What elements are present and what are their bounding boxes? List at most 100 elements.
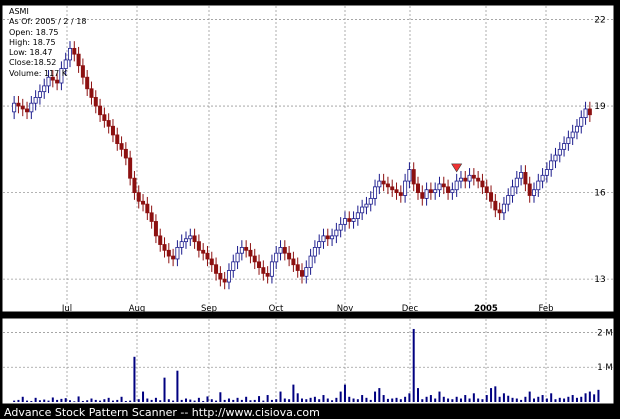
candle-body [149, 212, 154, 222]
candle-body [501, 203, 506, 214]
date-tick-label: 2005 [474, 304, 498, 314]
candle-body [244, 247, 249, 251]
volume-bar [408, 393, 411, 402]
volume-bar [275, 399, 278, 402]
candle-body [489, 192, 494, 202]
volume-bar [339, 391, 342, 402]
volume-bar [34, 397, 37, 402]
volume-bar [434, 398, 437, 402]
candle-body [583, 108, 588, 119]
volume-bar [331, 400, 334, 402]
volume-bar [378, 388, 381, 402]
candle-body [89, 88, 94, 98]
candle-body [407, 169, 412, 182]
candle-body [132, 177, 137, 194]
volume-bar [159, 400, 162, 402]
candle-body [20, 105, 25, 110]
candle-body [33, 97, 38, 104]
volume-bar [266, 395, 269, 402]
candle-body [424, 189, 429, 199]
volume-bar [335, 397, 338, 402]
candle-body [29, 102, 34, 113]
candle-body [342, 218, 347, 225]
volume-bar [270, 399, 273, 402]
quote-info: ASMI As Of: 2005 / 2 / 18 Open: 18.75 Hi… [9, 7, 86, 79]
candle-body [218, 272, 223, 280]
volume-bar [163, 377, 166, 402]
volume-bar [167, 399, 170, 402]
volume-bar [545, 398, 548, 402]
volume-bar [438, 391, 441, 402]
volume-bar [227, 398, 230, 402]
volume-bar [404, 396, 407, 402]
volume-bar [356, 399, 359, 402]
candle-body [428, 189, 433, 194]
volume-bar [124, 400, 127, 402]
candle-body [25, 108, 30, 113]
volume-bar [554, 399, 557, 402]
candle-body [334, 229, 339, 237]
volume-bar [154, 397, 157, 402]
footer-credit: Advance Stock Pattern Scanner -- http://… [4, 406, 320, 419]
volume-bar [107, 397, 110, 402]
volume-bar [318, 399, 321, 402]
candle-body [415, 183, 420, 194]
volume-bar [185, 398, 187, 402]
candle-body [514, 177, 519, 188]
date-tick-label: Aug [129, 304, 146, 314]
volume-bar [343, 384, 346, 402]
candle-body [454, 180, 459, 191]
price-tick-label: 22 [594, 16, 605, 26]
candle-body [562, 143, 567, 150]
candle-body [98, 105, 103, 116]
candle-body [231, 261, 236, 271]
volume-bar [524, 396, 527, 402]
candle-body [153, 221, 158, 237]
volume-bar [193, 400, 196, 402]
candle-body [532, 189, 537, 196]
volume-bar [507, 395, 510, 402]
price-tick-label: 16 [594, 189, 606, 199]
candle-body [497, 209, 502, 214]
candle-body [304, 267, 309, 277]
volume-bar [262, 400, 265, 402]
volume-bar [498, 396, 501, 402]
volume-bar [64, 398, 67, 402]
candle-body [579, 117, 584, 127]
candle-body [385, 183, 390, 188]
candle-body [527, 183, 532, 196]
date-tick-label: Nov [337, 304, 354, 314]
candle-body [188, 235, 193, 240]
candle-body [261, 267, 266, 274]
stock-chart: 13 16 19 22 Jul Aug Sep Oct Nov Dec 2005 Feb 1 M 2 … [1, 4, 615, 405]
volume-bar [412, 328, 415, 402]
volume-bar [210, 399, 213, 402]
date-tick-label: Oct [269, 304, 284, 314]
volume-bar [81, 400, 84, 402]
volume-bar [485, 395, 488, 402]
symbol: ASMI [9, 7, 29, 16]
candle-body [587, 108, 592, 116]
volume-bar [511, 397, 514, 402]
candle-body [403, 180, 408, 196]
volume-bar [215, 400, 218, 402]
volume-bar [223, 399, 226, 402]
candle-body [235, 252, 240, 263]
volume-bar [382, 395, 385, 402]
volume-bar [69, 400, 71, 402]
candle-body [222, 278, 227, 283]
volume-bar [288, 399, 291, 402]
candle-body [373, 186, 378, 199]
volume-bar [593, 394, 596, 402]
price-tick-label: 13 [594, 275, 605, 285]
volume-bar [550, 393, 553, 402]
candle-body [265, 272, 270, 277]
candle-body [338, 223, 343, 231]
volume-bar [533, 398, 535, 402]
candle-body [295, 264, 300, 271]
candle-body [196, 241, 201, 251]
volume-bar [94, 399, 97, 402]
candle-body [441, 183, 446, 188]
candle-body [446, 186, 451, 194]
candle-body [282, 247, 287, 254]
